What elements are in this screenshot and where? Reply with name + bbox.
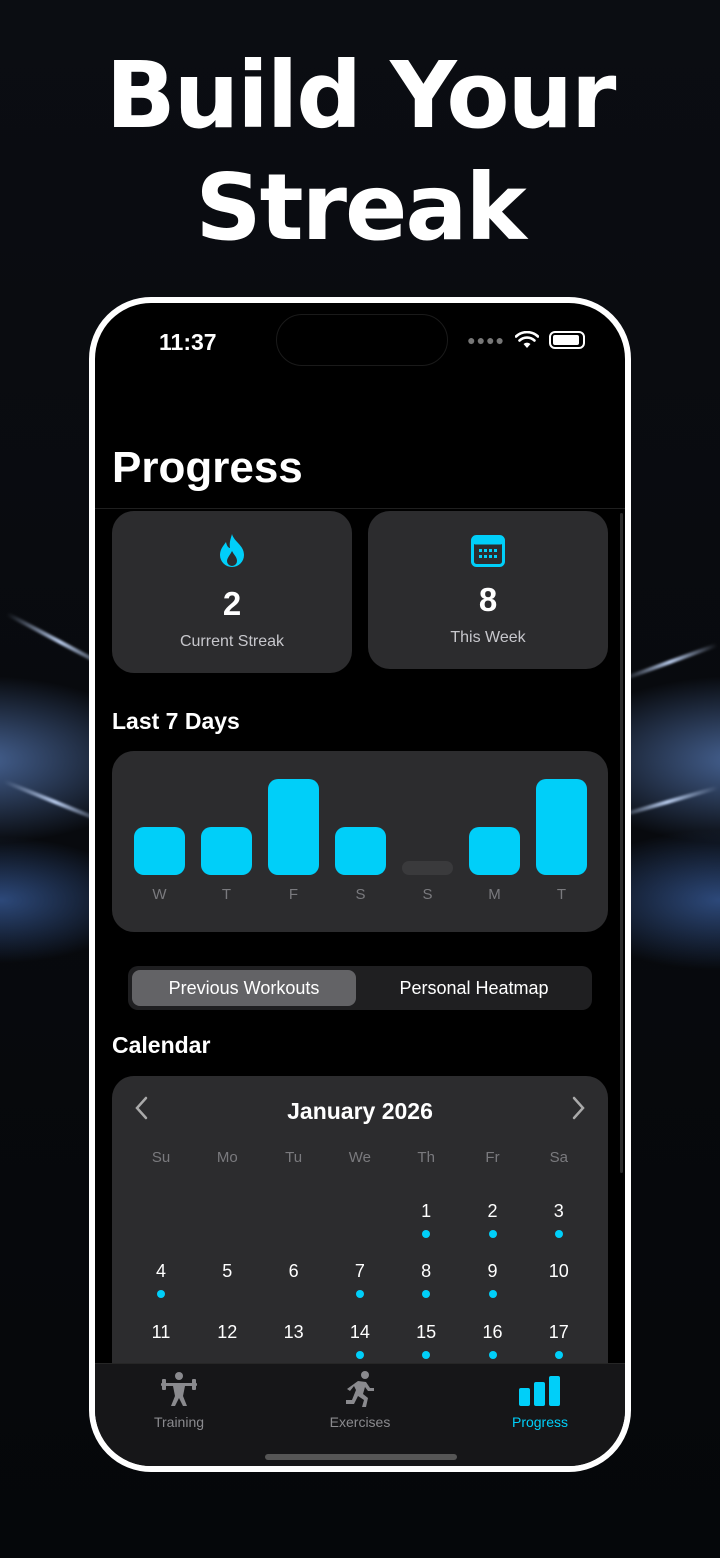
this-week-value: 8 bbox=[478, 581, 498, 618]
calendar-day[interactable]: 8 bbox=[406, 1261, 446, 1282]
chart-day-label: S bbox=[422, 886, 433, 903]
workout-dot bbox=[422, 1230, 431, 1238]
chart-bar bbox=[536, 779, 587, 875]
flame-icon bbox=[220, 534, 244, 567]
tab-progress-label: Progress bbox=[511, 1414, 569, 1430]
chart-day-label: M bbox=[488, 886, 501, 903]
signal-icon: ●●●● bbox=[467, 332, 505, 348]
calendar-month-label: January 2026 bbox=[287, 1098, 433, 1124]
chart-day-label: T bbox=[556, 886, 567, 903]
calendar-day[interactable]: 11 bbox=[141, 1322, 181, 1343]
weekday-label: Tu bbox=[285, 1149, 303, 1166]
status-time: 11:37 bbox=[159, 329, 217, 355]
headline-line-2: Streak bbox=[195, 154, 526, 261]
calendar-icon bbox=[471, 535, 505, 567]
chart-bar bbox=[201, 827, 252, 875]
workout-dot bbox=[554, 1351, 563, 1359]
this-week-card: 8 This Week bbox=[368, 511, 608, 669]
chart-day-label: F bbox=[288, 886, 299, 903]
calendar-day[interactable]: 2 bbox=[473, 1201, 513, 1222]
this-week-label: This Week bbox=[450, 629, 526, 646]
tab-training-label: Training bbox=[153, 1414, 205, 1430]
workout-dot bbox=[422, 1351, 431, 1359]
calendar-day[interactable]: 7 bbox=[340, 1261, 380, 1282]
calendar-day[interactable]: 12 bbox=[207, 1322, 247, 1343]
workout-dot bbox=[488, 1351, 497, 1359]
current-streak-label: Current Streak bbox=[179, 633, 285, 650]
chart-day-label: W bbox=[152, 886, 167, 903]
chart-bar bbox=[402, 861, 453, 875]
wifi-icon bbox=[515, 331, 539, 348]
calendar-day[interactable]: 6 bbox=[274, 1261, 314, 1282]
chart-bar bbox=[134, 827, 185, 875]
header-divider bbox=[95, 508, 625, 509]
workout-dot bbox=[488, 1290, 497, 1298]
current-streak-card: 2 Current Streak bbox=[112, 511, 352, 673]
last-7-days-title: Last 7 Days bbox=[112, 708, 240, 734]
bar-chart-icon bbox=[519, 1376, 560, 1406]
workout-dot bbox=[422, 1290, 431, 1298]
chevron-right-icon bbox=[572, 1096, 585, 1120]
weekday-label: Fr bbox=[485, 1149, 500, 1166]
workout-dot bbox=[355, 1290, 364, 1298]
calendar-title: Calendar bbox=[112, 1032, 211, 1058]
weekday-label: We bbox=[348, 1149, 371, 1166]
calendar-day[interactable]: 16 bbox=[473, 1322, 513, 1343]
scroll-indicator[interactable] bbox=[620, 513, 623, 1173]
calendar-day[interactable]: 13 bbox=[274, 1322, 314, 1343]
dynamic-island bbox=[276, 314, 448, 366]
last-7-days-chart: WTFSSMT bbox=[112, 751, 608, 932]
workout-dot bbox=[157, 1290, 165, 1298]
next-month-button[interactable] bbox=[572, 1096, 586, 1127]
calendar-day[interactable]: 4 bbox=[141, 1261, 181, 1282]
phone-frame: 11:37 ●●●● Progress 2 Current Streak 8 T… bbox=[89, 297, 631, 1472]
tab-exercises-label: Exercises bbox=[329, 1414, 391, 1430]
weekday-label: Th bbox=[417, 1149, 435, 1166]
weightlifter-icon bbox=[161, 1372, 197, 1406]
runner-icon bbox=[346, 1371, 374, 1407]
battery-icon bbox=[549, 331, 585, 349]
chart-bar bbox=[268, 779, 319, 875]
calendar-card: January 2026 Su Mo Tu We Th Fr Sa 1 2 3 4 5 6 7 8 9 10 11… bbox=[112, 1076, 608, 1406]
segment-personal-heatmap[interactable]: Personal Heatmap bbox=[360, 970, 588, 1006]
workout-dot bbox=[488, 1230, 497, 1238]
weekday-label: Su bbox=[151, 1149, 171, 1166]
calendar-day[interactable]: 15 bbox=[406, 1322, 446, 1343]
home-indicator[interactable] bbox=[265, 1454, 457, 1460]
calendar-day[interactable]: 3 bbox=[539, 1201, 579, 1222]
chart-bar bbox=[335, 827, 386, 875]
chart-day-label: S bbox=[355, 886, 366, 903]
segment-previous-workouts[interactable]: Previous Workouts bbox=[132, 970, 356, 1006]
workout-view-segmented-control[interactable]: Previous Workouts Personal Heatmap bbox=[128, 966, 592, 1010]
headline-line-1: Build Your bbox=[105, 42, 617, 149]
weekday-label: Mo bbox=[216, 1149, 238, 1166]
workout-dot bbox=[554, 1230, 563, 1238]
calendar-day[interactable]: 14 bbox=[340, 1322, 380, 1343]
status-icons: ●●●● bbox=[467, 331, 585, 349]
workout-dot bbox=[355, 1351, 364, 1359]
calendar-day[interactable]: 1 bbox=[406, 1201, 446, 1222]
calendar-day[interactable]: 9 bbox=[473, 1261, 513, 1282]
calendar-day[interactable]: 5 bbox=[207, 1261, 247, 1282]
calendar-day[interactable]: 17 bbox=[539, 1322, 579, 1343]
calendar-day[interactable]: 10 bbox=[539, 1261, 579, 1282]
weekday-label: Sa bbox=[549, 1149, 568, 1166]
page-title: Progress bbox=[112, 443, 303, 492]
current-streak-value: 2 bbox=[222, 585, 242, 622]
chart-bar bbox=[469, 827, 520, 875]
marketing-headline: Build Your Streak bbox=[0, 40, 720, 264]
chart-day-label: T bbox=[221, 886, 232, 903]
